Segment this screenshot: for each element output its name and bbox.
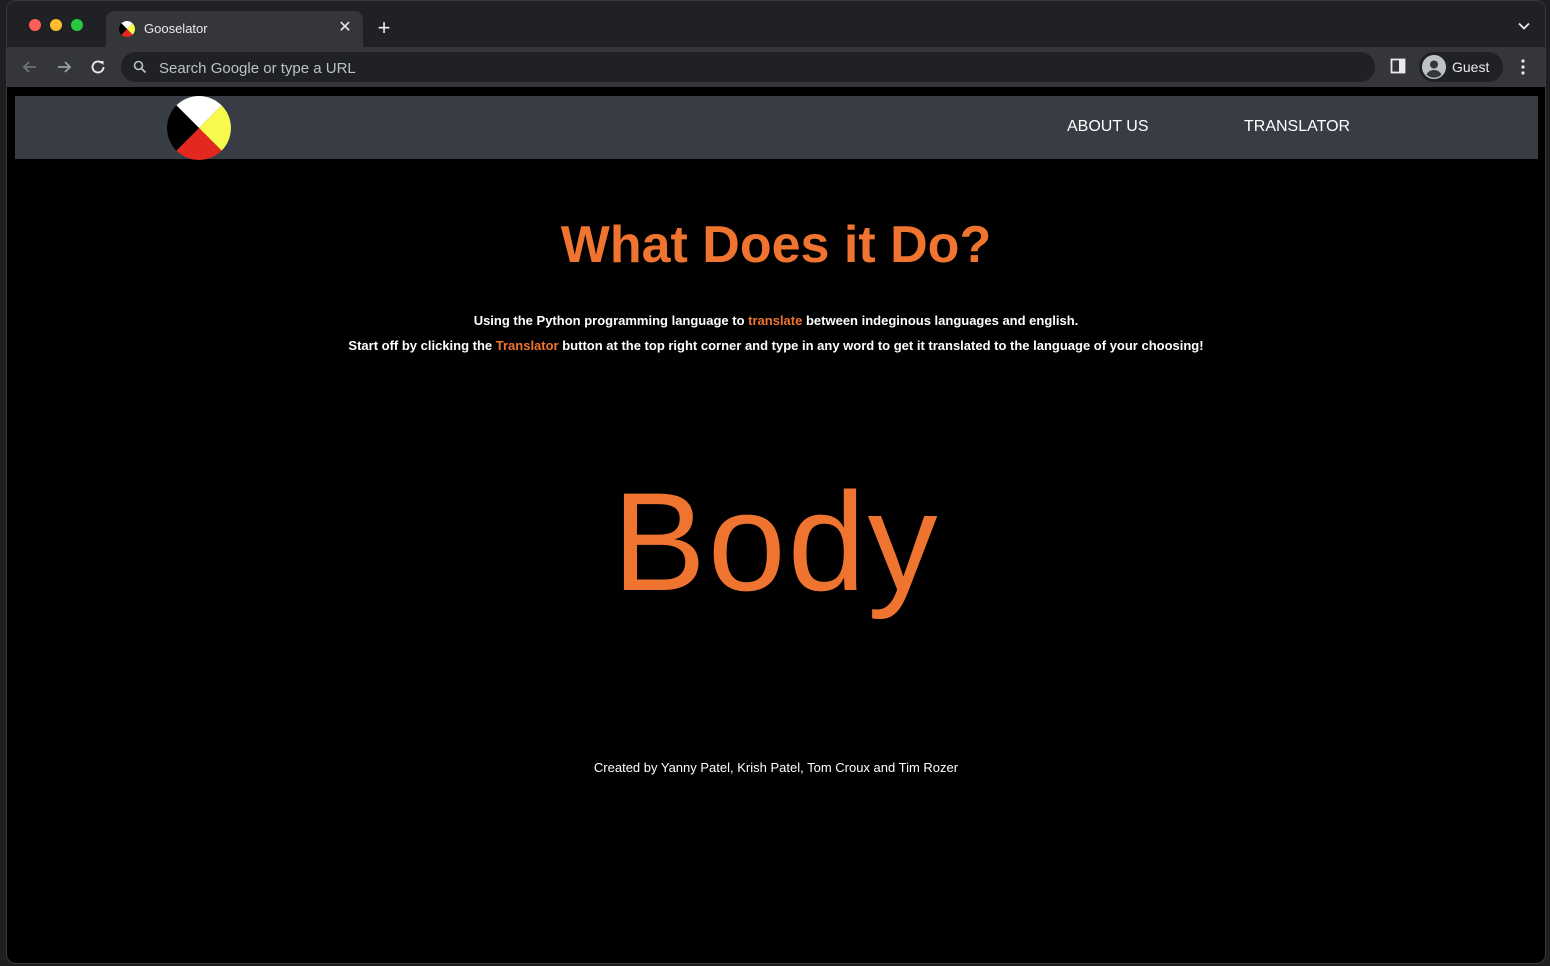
side-panel-icon[interactable]	[1390, 58, 1406, 74]
browser-toolbar: Guest	[7, 47, 1545, 87]
nav-translator-link[interactable]: TRANSLATOR	[1244, 118, 1350, 136]
description-line-2: Start off by clicking the Translator but…	[7, 338, 1545, 353]
description-text: button at the top right corner and type …	[558, 338, 1204, 353]
address-bar[interactable]	[121, 52, 1375, 84]
tab-strip: Gooselator ✕ +	[7, 1, 1545, 47]
favicon-icon	[119, 21, 135, 37]
description-text: between indeginous languages and english…	[802, 313, 1079, 328]
minimize-window-button[interactable]	[50, 19, 62, 31]
body-placeholder-text: Body	[612, 463, 940, 620]
close-window-button[interactable]	[29, 19, 41, 31]
search-icon	[133, 60, 147, 74]
nav-about-us-link[interactable]: ABOUT US	[1067, 118, 1149, 136]
back-arrow-icon[interactable]	[19, 56, 41, 78]
description-text: Using the Python programming language to	[473, 313, 749, 328]
translator-highlight: Translator	[495, 338, 559, 353]
more-menu-icon[interactable]	[1516, 58, 1530, 76]
tab-title: Gooselator	[144, 21, 208, 36]
credits-footer: Created by Yanny Patel, Krish Patel, Tom…	[593, 760, 959, 775]
browser-window: Gooselator ✕ + Search Google or type a U…	[6, 0, 1546, 964]
profile-label: Guest	[1452, 59, 1490, 75]
page-headline: What Does it Do?	[560, 216, 992, 274]
tab-search-chevron-icon[interactable]	[1517, 19, 1531, 33]
medicine-wheel-logo[interactable]	[167, 96, 231, 160]
maximize-window-button[interactable]	[71, 19, 83, 31]
browser-tab[interactable]: Gooselator ✕	[106, 11, 363, 47]
translate-highlight: translate	[748, 313, 803, 328]
tab-close-icon[interactable]: ✕	[335, 18, 355, 38]
profile-avatar-icon	[1422, 55, 1446, 79]
profile-button[interactable]: Guest	[1419, 52, 1503, 82]
site-navbar: ABOUT US TRANSLATOR	[15, 96, 1538, 160]
url-input[interactable]	[157, 52, 1361, 84]
description-text: Start off by clicking the	[348, 338, 496, 353]
reload-icon[interactable]	[87, 56, 109, 78]
page-viewport: ABOUT US TRANSLATOR What Does it Do? Usi…	[7, 87, 1545, 963]
description-line-1: Using the Python programming language to…	[7, 313, 1545, 328]
forward-arrow-icon[interactable]	[53, 56, 75, 78]
new-tab-button[interactable]: +	[373, 17, 395, 39]
